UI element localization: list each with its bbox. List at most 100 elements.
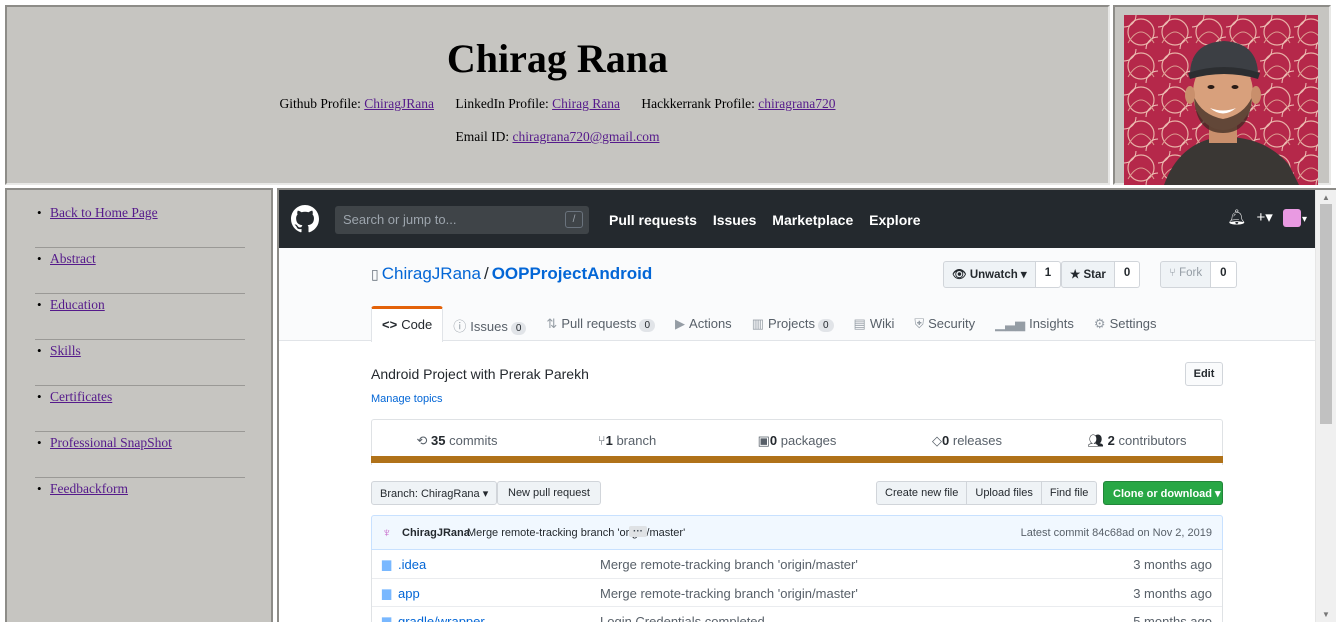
sidebar-link-abstract[interactable]: Abstract [50,251,96,267]
manage-topics-link[interactable]: Manage topics [371,393,443,405]
github-logo-icon[interactable] [291,205,319,238]
new-pull-request-button[interactable]: New pull request [497,481,601,505]
github-search-input[interactable]: Search or jump to... / [335,206,589,234]
user-avatar-icon[interactable] [1282,209,1301,228]
forks-count[interactable]: 0 [1211,261,1237,288]
sidebar-item-home: • Back to Home Page [35,202,245,248]
file-commit-message[interactable]: Merge remote-tracking branch 'origin/mas… [600,557,858,572]
latest-commit-info[interactable]: Latest commit 84c68ad on Nov 2, 2019 [1021,527,1212,539]
profile-links: Github Profile: ChiragJRana LinkedIn Pro… [7,96,1108,112]
linkedin-profile-link[interactable]: Chirag Rana [552,96,620,111]
scrollbar-thumb[interactable] [1320,204,1332,424]
branch-select-button[interactable]: Branch: ChiragRana ▾ [371,481,498,505]
hackerrank-profile-link[interactable]: chiragrana720 [758,96,835,111]
sidebar-frame: • Back to Home Page • Abstract • Education … [5,188,273,622]
fork-label: Fork [1179,267,1203,279]
tab-code[interactable]: <> Code [371,306,444,342]
file-name-link[interactable]: gradle/wrapper [398,614,485,622]
file-commit-message[interactable]: Merge remote-tracking branch 'origin/mas… [600,586,858,601]
bullet-icon: • [37,481,42,496]
find-file-button[interactable]: Find file [1040,481,1098,505]
repo-header: ▯ ChiragJRana / OOPProjectAndroid 👁︎ Unwatc… [279,248,1315,342]
slash-key-icon: / [565,211,583,228]
tab-settings[interactable]: ⚙ Settings [1084,306,1167,341]
file-list: ▆ .idea Merge remote-tracking branch 'or… [371,550,1223,622]
sidebar-link-certificates[interactable]: Certificates [50,389,112,405]
repo-icon: ▯ [371,266,379,282]
chevron-down-icon[interactable]: ▾ [1302,214,1307,225]
bullet-icon: • [37,389,42,404]
tab-wiki-label: Wiki [869,316,895,331]
fork-button[interactable]: ⑂ Fork [1160,261,1212,288]
repo-owner-link[interactable]: ChiragJRana [382,264,481,283]
tab-projects[interactable]: ▥ Projects 0 [742,306,844,341]
branch-count: 1 [605,433,613,448]
sidebar-link-feedback[interactable]: Feedbackform [50,481,128,497]
sidebar-nav: • Back to Home Page • Abstract • Education … [35,202,245,524]
commit-author-link[interactable]: ChiragJRana [402,527,470,539]
hackerrank-label: Hackkerrank Profile: [641,96,755,111]
packages-label: packages [780,433,837,448]
star-button-group: ★ Star 0 [1061,261,1141,288]
scroll-down-icon[interactable]: ▼ [1322,610,1330,619]
watchers-count[interactable]: 1 [1035,261,1062,288]
nav-marketplace[interactable]: Marketplace [772,212,853,228]
history-icon: ⟲ [416,433,428,448]
github-top-nav: Pull requests Issues Marketplace Explore [609,212,932,228]
scroll-up-icon[interactable]: ▲ [1322,193,1330,202]
github-page: Search or jump to... / Pull requests Iss… [279,190,1315,622]
sidebar-link-home[interactable]: Back to Home Page [50,205,158,221]
tab-actions-label: Actions [689,316,732,331]
bell-icon[interactable]: 🔔︎ [1227,209,1246,226]
repo-name-link[interactable]: OOPProjectAndroid [492,264,653,283]
sidebar-item-snapshot: • Professional SnapShot [35,432,245,478]
tab-security[interactable]: ⛨ Security [904,306,985,341]
github-top-right: 🔔︎ +▾ ▾ [1221,208,1307,228]
commit-expand-button[interactable]: ··· [629,526,647,537]
branch-label: branch [616,433,657,448]
nav-explore[interactable]: Explore [869,212,920,228]
stars-count[interactable]: 0 [1114,261,1141,288]
sidebar-link-skills[interactable]: Skills [50,343,81,359]
unwatch-button[interactable]: 👁︎ Unwatch ▾ [943,261,1036,288]
linkedin-label: LinkedIn Profile: [455,96,549,111]
tab-insights[interactable]: ▁▃▅ Insights [985,306,1084,341]
latest-commit-bar: ♆ ChiragJRana Merge remote-tracking bran… [371,515,1223,550]
tab-wiki[interactable]: ▤ Wiki [844,306,905,341]
tab-pull-requests[interactable]: ⇅ Pull requests 0 [536,306,665,341]
contributors-label: contributors [1118,433,1187,448]
file-name-link[interactable]: app [398,586,420,601]
sidebar-item-education: • Education [35,294,245,340]
photo-frame [1113,5,1331,185]
github-profile-link[interactable]: ChiragJRana [364,96,434,111]
plus-icon[interactable]: +▾ [1257,209,1273,226]
edit-button[interactable]: Edit [1185,362,1223,386]
file-row: ▆ app Merge remote-tracking branch 'orig… [372,578,1222,606]
author-avatar-icon[interactable]: ♆ [382,525,392,540]
star-button[interactable]: ★ Star [1061,261,1115,288]
email-link[interactable]: chiragrana720@gmail.com [512,129,659,144]
package-icon: ▣ [757,433,770,448]
tab-settings-label: Settings [1109,316,1157,331]
file-commit-message[interactable]: Login Credentials completed [600,614,765,622]
nav-issues[interactable]: Issues [713,212,757,228]
language-bar[interactable] [371,456,1223,463]
vertical-scrollbar[interactable]: ▲ ▼ [1315,190,1336,622]
tab-actions[interactable]: ▶ Actions [665,306,742,341]
create-new-file-button[interactable]: Create new file [876,481,968,505]
tab-security-label: Security [928,316,976,331]
clone-or-download-button[interactable]: Clone or download ▾ [1103,481,1223,505]
nav-pull-requests[interactable]: Pull requests [609,212,697,228]
email-label: Email ID: [455,129,510,144]
github-frame: Search or jump to... / Pull requests Iss… [277,188,1336,622]
tab-pull-requests-label: Pull requests [561,316,637,331]
file-row: ▆ .idea Merge remote-tracking branch 'or… [372,550,1222,578]
file-name-link[interactable]: .idea [398,557,426,572]
sidebar-link-snapshot[interactable]: Professional SnapShot [50,435,172,451]
upload-files-button[interactable]: Upload files [966,481,1042,505]
releases-label: releases [952,433,1002,448]
tab-issues[interactable]: ⓘ Issues 0 [443,306,536,341]
file-button-group: Create new file Upload files Find file [876,481,1098,505]
commit-message-link[interactable]: Merge remote-tracking branch 'origin/mas… [467,527,685,539]
sidebar-link-education[interactable]: Education [50,297,105,313]
